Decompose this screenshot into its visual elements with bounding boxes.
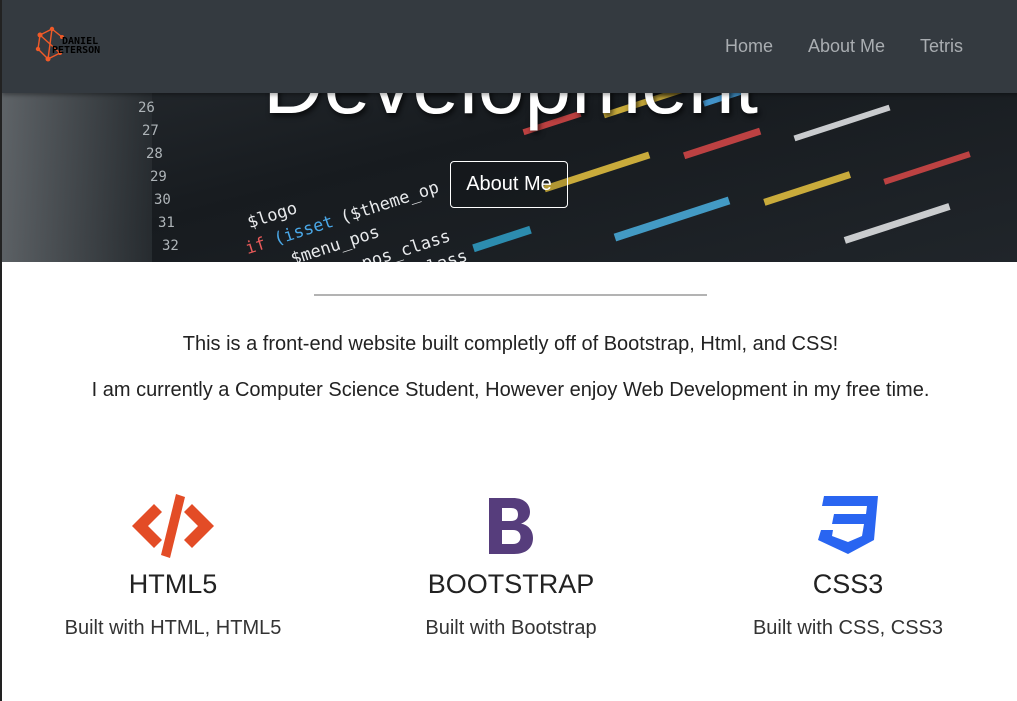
feature-description: Built with CSS, CSS3 [752, 617, 944, 639]
intro-line-1: This is a front-end website built comple… [182, 333, 839, 355]
svg-text:31: 31 [158, 215, 175, 231]
feature-description: Built with HTML, HTML5 [64, 617, 282, 639]
feature-title: CSS3 [812, 569, 884, 599]
svg-text:32: 32 [162, 238, 179, 254]
svg-text:30: 30 [154, 192, 171, 208]
brand-line-2: PETERSON [52, 45, 101, 56]
code-brackets-icon [132, 494, 214, 558]
navbar: DANIEL PETERSON Home About Me Tetris [2, 0, 1017, 93]
nav-link-tetris[interactable]: Tetris [920, 34, 963, 58]
intro-line-2: I am currently a Computer Science Studen… [91, 379, 930, 401]
svg-text:28: 28 [146, 146, 163, 162]
section-divider [314, 294, 707, 296]
brand-logo[interactable]: DANIEL PETERSON [34, 25, 112, 65]
about-me-hero-button[interactable]: About Me [450, 161, 568, 208]
nav-link-about-me[interactable]: About Me [808, 34, 885, 58]
bootstrap-b-icon [489, 498, 533, 554]
svg-text:29: 29 [150, 169, 167, 185]
nav-link-home[interactable]: Home [725, 34, 773, 58]
feature-title: HTML5 [128, 569, 218, 599]
css3-shield-icon [818, 496, 878, 554]
feature-title: BOOTSTRAP [427, 569, 595, 599]
feature-description: Built with Bootstrap [425, 617, 597, 639]
brand-name: DANIEL PETERSON [46, 37, 101, 56]
page: 26 27 28 29 30 31 32 $logo if (isset ($t… [0, 0, 1017, 701]
